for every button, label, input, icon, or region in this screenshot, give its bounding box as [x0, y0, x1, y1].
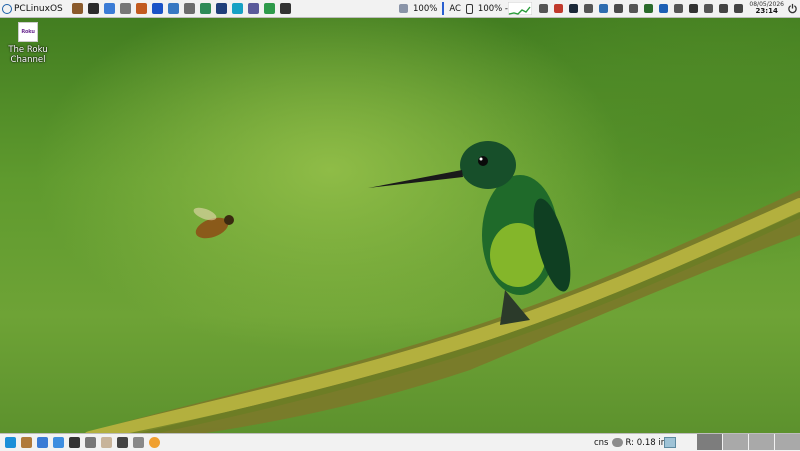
gear-icon[interactable] [84, 437, 96, 448]
files-icon[interactable] [100, 437, 112, 448]
console-icon[interactable] [116, 437, 128, 448]
text-editor-icon[interactable] [52, 437, 64, 448]
cpu-graph-icon [508, 2, 532, 15]
terminal-icon[interactable] [68, 437, 80, 448]
desktop-wallpaper [0, 0, 800, 451]
clock-time: 23:14 [755, 7, 778, 15]
roku-tile-text: Roku [21, 29, 35, 35]
weather-text: cns [594, 437, 609, 448]
roku-icon: Roku [18, 22, 38, 42]
browser-icon[interactable] [152, 3, 164, 14]
workspace-1[interactable] [697, 434, 722, 450]
clock[interactable]: 08/05/2026 23:14 [749, 1, 784, 15]
image-viewer-icon[interactable] [200, 3, 212, 14]
battery-percent: 100% [413, 3, 438, 14]
weather-widget[interactable]: cns R: 0.18 in [594, 434, 666, 451]
workspace-4[interactable] [775, 434, 800, 450]
shield-icon[interactable] [539, 4, 548, 13]
app-menu-button[interactable]: PCLinuxOS [0, 0, 66, 17]
terminal-icon[interactable] [689, 4, 698, 13]
app-menu-label: PCLinuxOS [14, 3, 63, 14]
notes-icon[interactable] [719, 4, 728, 13]
globe-icon[interactable] [599, 4, 608, 13]
battery-level-bar [442, 2, 445, 15]
bluetooth-icon[interactable] [659, 4, 668, 13]
hummingbird-photo [60, 141, 800, 445]
video-icon[interactable] [280, 3, 292, 14]
system-tray [536, 0, 746, 17]
headset-icon[interactable] [644, 4, 653, 13]
power-icon[interactable] [787, 3, 798, 14]
wrench-icon[interactable] [120, 3, 132, 14]
pclinuxos-logo-icon [2, 3, 12, 14]
system-monitor-graph[interactable] [508, 0, 532, 17]
top-panel: PCLinuxOS 100% AC 100% - 0:00 08/05/2026… [0, 0, 800, 18]
flag-icon[interactable] [554, 4, 563, 13]
package-icon[interactable] [264, 3, 276, 14]
orange-icon[interactable] [148, 437, 160, 448]
workspace-pager [696, 434, 800, 451]
power-source-label: AC [449, 3, 461, 14]
speaker-icon[interactable] [629, 4, 638, 13]
chart-icon[interactable] [614, 4, 623, 13]
battery-status-icon[interactable] [465, 3, 473, 14]
display-icon[interactable] [664, 437, 676, 448]
browser-icon[interactable] [36, 437, 48, 448]
folder-icon[interactable] [20, 437, 32, 448]
workspace-2[interactable] [723, 434, 748, 450]
bottom-launch-bar [2, 437, 162, 448]
calculator-icon[interactable] [168, 3, 180, 14]
monitor-icon[interactable] [216, 3, 228, 14]
volume-icon[interactable] [734, 4, 743, 13]
app-icon[interactable] [132, 437, 144, 448]
network-icon[interactable] [232, 3, 244, 14]
quick-launch-bar [70, 3, 294, 14]
steam-icon[interactable] [569, 4, 578, 13]
search-file-icon[interactable] [248, 3, 260, 14]
spreadsheet-icon[interactable] [184, 3, 196, 14]
terminal-icon[interactable] [88, 3, 100, 14]
desktop-icon-roku-channel[interactable]: Roku The Roku Channel [6, 22, 50, 65]
settings-icon[interactable] [584, 4, 593, 13]
text-editor-icon[interactable] [104, 3, 116, 14]
cloud-icon [611, 438, 623, 447]
show-desktop-icon[interactable] [4, 437, 16, 448]
bottom-panel: cns R: 0.18 in [0, 433, 800, 451]
settings-icon[interactable] [72, 3, 84, 14]
rain-amount: R: 0.18 in [625, 437, 667, 448]
desktop-icon-label: The Roku Channel [8, 45, 48, 65]
clipboard-icon[interactable] [704, 4, 713, 13]
battery-icon[interactable] [399, 4, 408, 13]
wifi-icon[interactable] [674, 4, 683, 13]
workspace-3[interactable] [749, 434, 774, 450]
script-icon[interactable] [136, 3, 148, 14]
